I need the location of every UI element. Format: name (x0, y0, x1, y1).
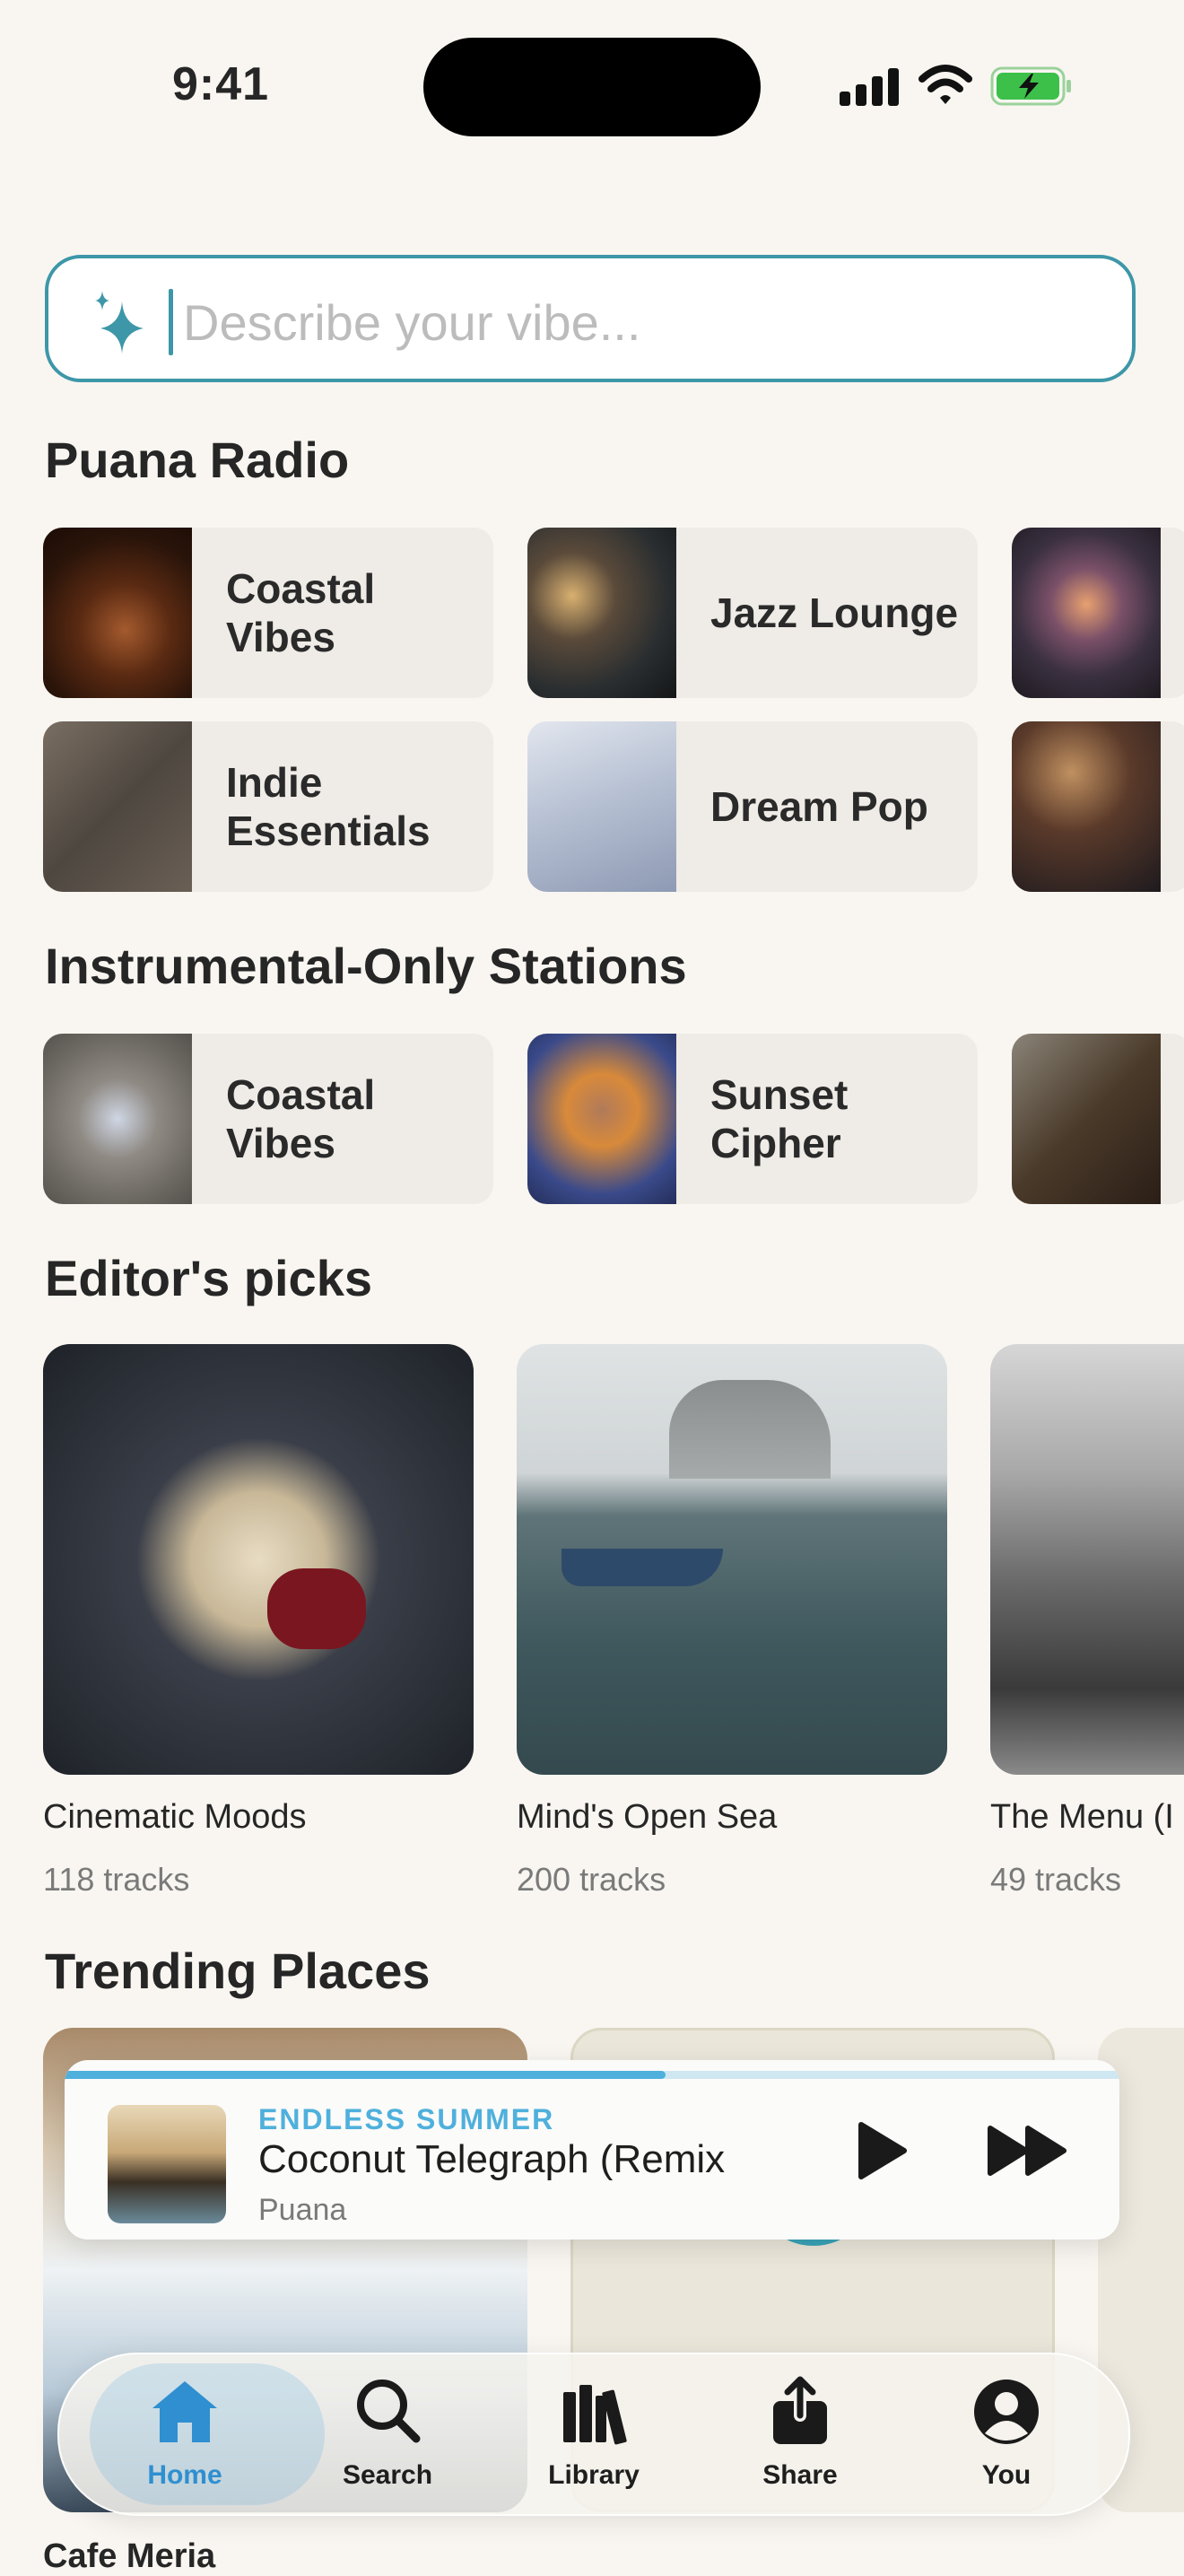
section-title-editors-picks: Editor's picks (45, 1250, 372, 1306)
station-card-indie-essentials[interactable]: Indie Essentials (43, 721, 493, 892)
station-artwork (1012, 1034, 1161, 1204)
person-icon (974, 2380, 1039, 2444)
station-card-sunset-cipher[interactable]: Sunset Cipher (527, 1034, 978, 1204)
playback-progress-fill (65, 2071, 666, 2079)
station-label: Dream Pop (710, 783, 928, 830)
cellular-signal-icon (840, 65, 901, 106)
station-artwork (527, 721, 676, 892)
share-icon (773, 2376, 827, 2444)
tab-label: Share (762, 2460, 838, 2490)
station-artwork (1012, 528, 1161, 698)
status-time: 9:41 (172, 58, 270, 110)
station-card-jazz-lounge[interactable]: Jazz Lounge (527, 528, 978, 698)
search-placeholder: Describe your vibe... (183, 294, 641, 351)
sparkle-icon (95, 291, 144, 354)
play-icon[interactable] (841, 2112, 918, 2189)
now-playing-title: Coconut Telegraph (Remix (258, 2137, 726, 2181)
vibe-search-input[interactable]: Describe your vibe... (45, 255, 1136, 382)
tab-search[interactable]: Search (298, 2354, 477, 2514)
station-card-coastal-vibes[interactable]: Coastal Vibes (43, 528, 493, 698)
tab-you[interactable]: You (917, 2354, 1096, 2514)
fast-forward-icon[interactable] (983, 2116, 1073, 2186)
now-playing-artist: Puana (258, 2193, 347, 2227)
island-rock (669, 1380, 831, 1479)
playlist-title: The Menu (I (990, 1798, 1174, 1836)
station-label: Indie Essentials (226, 759, 431, 854)
station-card-coastal-vibes-instrumental[interactable]: Coastal Vibes (43, 1034, 493, 1204)
station-label: Jazz Lounge (710, 589, 959, 636)
tab-label: You (981, 2460, 1032, 2490)
station-artwork (527, 528, 676, 698)
station-label: Coastal Vibes (226, 1071, 376, 1166)
station-label: Coastal Vibes (226, 565, 376, 660)
tab-library[interactable]: Library (504, 2354, 683, 2514)
station-card-partial[interactable] (1012, 528, 1184, 698)
station-label: Sunset Cipher (710, 1071, 849, 1166)
mini-player[interactable]: ENDLESS SUMMER Coconut Telegraph (Remix … (65, 2060, 1119, 2240)
now-playing-artwork (108, 2105, 226, 2223)
station-artwork (527, 1034, 676, 1204)
section-title-trending: Trending Places (45, 1943, 431, 1999)
home-icon (152, 2381, 217, 2442)
playlist-cover-cinematic-moods[interactable] (43, 1344, 474, 1775)
battery-charging-icon (990, 66, 1071, 106)
playlist-cover-the-menu[interactable] (990, 1344, 1184, 1775)
section-title-radio: Puana Radio (45, 432, 350, 488)
station-artwork (43, 528, 192, 698)
tab-bar: Home Search Library Share You (57, 2353, 1130, 2516)
station-artwork (1012, 721, 1161, 892)
playlist-cover-minds-open-sea[interactable] (517, 1344, 947, 1775)
playlist-title: Cinematic Moods (43, 1798, 307, 1836)
tab-label: Home (147, 2460, 222, 2490)
dynamic-island (423, 38, 761, 136)
station-card-partial[interactable] (1012, 1034, 1184, 1204)
tab-home[interactable]: Home (90, 2354, 325, 2514)
tab-label: Search (342, 2460, 433, 2490)
boat (562, 1549, 723, 1586)
place-title: Cafe Meria (43, 2537, 216, 2575)
text-caret (169, 289, 173, 355)
playlist-track-count: 200 tracks (517, 1861, 666, 1898)
section-title-instrumental: Instrumental-Only Stations (45, 938, 687, 994)
now-playing-playlist: ENDLESS SUMMER (258, 2103, 555, 2135)
tab-label: Library (548, 2460, 640, 2490)
station-artwork (43, 721, 192, 892)
wifi-icon (918, 65, 972, 104)
magnifier-icon (357, 2380, 421, 2443)
velvet-detail (267, 1568, 366, 1649)
library-icon (563, 2385, 627, 2445)
playlist-title: Mind's Open Sea (517, 1798, 778, 1836)
station-card-partial[interactable] (1012, 721, 1184, 892)
tab-share[interactable]: Share (710, 2354, 890, 2514)
station-artwork (43, 1034, 192, 1204)
station-card-dream-pop[interactable]: Dream Pop (527, 721, 978, 892)
playlist-track-count: 49 tracks (990, 1861, 1122, 1898)
playlist-track-count: 118 tracks (43, 1861, 190, 1898)
